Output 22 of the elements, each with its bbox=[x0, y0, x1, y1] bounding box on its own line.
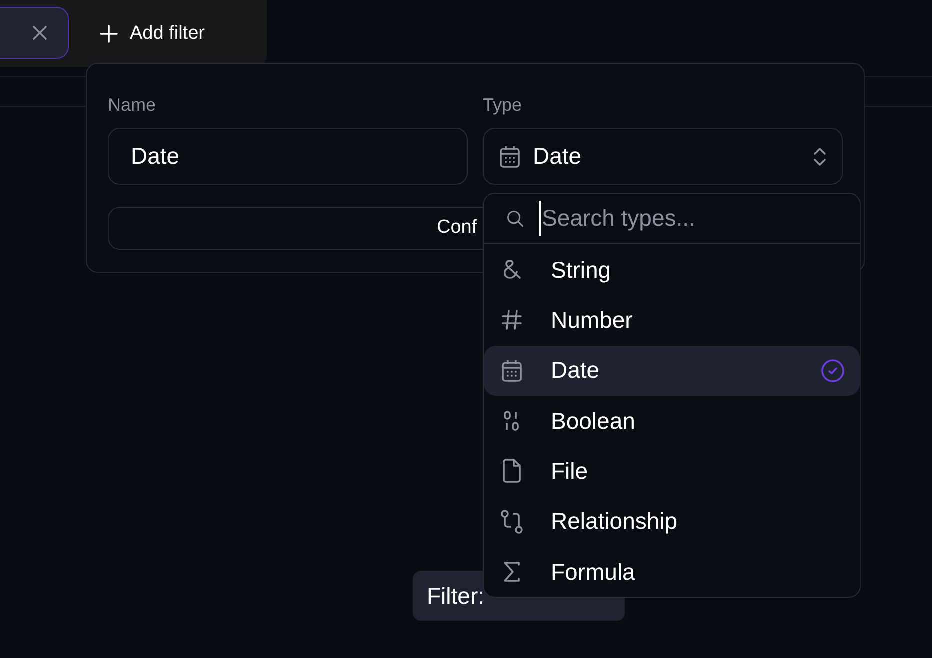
connection-icon bbox=[500, 508, 524, 535]
type-option[interactable]: Date bbox=[484, 346, 860, 396]
name-label: Name bbox=[108, 94, 158, 117]
calendar-icon bbox=[499, 144, 521, 168]
check-circle-icon bbox=[821, 358, 845, 383]
type-label: Type bbox=[483, 94, 524, 117]
search-field[interactable]: Search types... bbox=[539, 201, 838, 236]
plus-icon bbox=[100, 25, 118, 43]
chevron-updown-icon bbox=[813, 146, 827, 168]
sigma-icon bbox=[501, 560, 523, 584]
calendar-icon bbox=[501, 358, 523, 383]
type-option[interactable]: Relationship bbox=[484, 496, 860, 547]
type-select[interactable]: Date bbox=[483, 128, 843, 185]
type-option[interactable]: Number bbox=[484, 295, 860, 346]
filter-chip[interactable] bbox=[0, 7, 69, 59]
close-icon bbox=[32, 25, 48, 41]
hash-icon bbox=[500, 308, 524, 332]
type-option[interactable]: File bbox=[484, 446, 860, 496]
type-option[interactable]: Boolean bbox=[484, 396, 860, 446]
file-icon bbox=[501, 458, 523, 484]
add-filter-button[interactable]: Add filter bbox=[100, 18, 205, 50]
name-field[interactable]: Date bbox=[108, 128, 468, 185]
